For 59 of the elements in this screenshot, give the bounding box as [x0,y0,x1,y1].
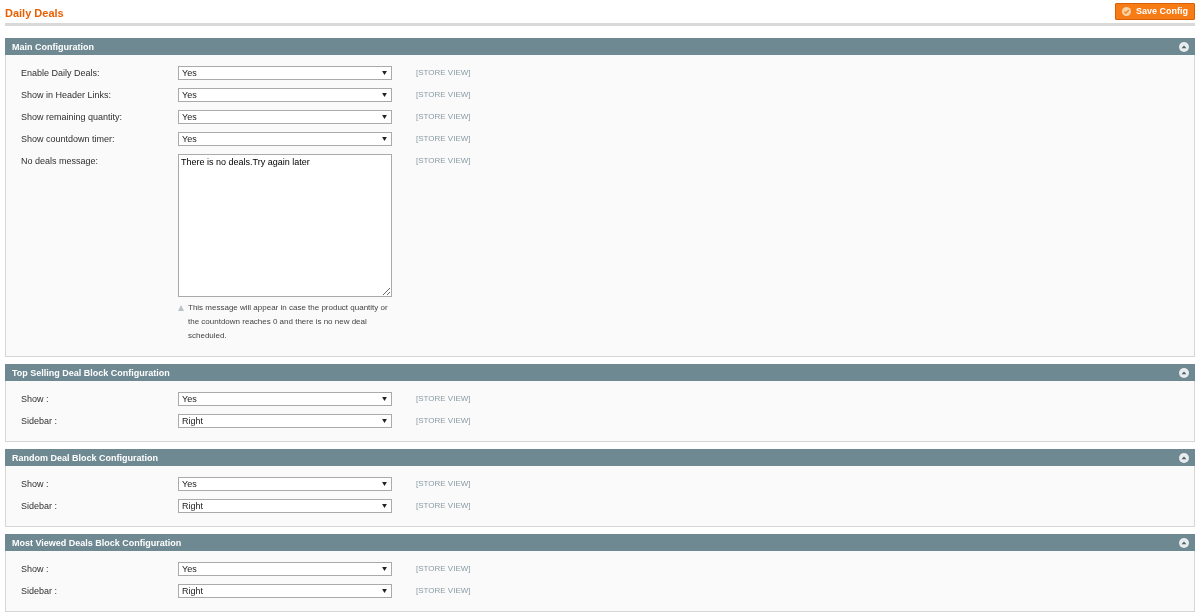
field-label: Sidebar : [21,415,59,426]
caret-icon [382,567,387,571]
collapse-icon[interactable] [1179,537,1189,548]
scope-label: [STORE VIEW] [415,67,472,77]
triangle-icon [178,305,184,311]
select-field[interactable]: Yes [178,562,392,576]
field-label: Sidebar : [21,500,59,511]
caret-icon [382,397,387,401]
select-field[interactable]: Yes [178,88,392,102]
caret-icon [382,482,387,486]
scope-label: [STORE VIEW] [415,111,472,121]
message-field[interactable]: There is no deals.Try again later [178,154,392,297]
caret-icon [382,93,387,97]
check-icon [1122,6,1131,16]
scope-label: [STORE VIEW] [415,393,472,403]
field-label: Show : [21,393,50,404]
caret-icon [382,504,387,508]
field-label: Enable Daily Deals: [21,67,101,78]
section-header[interactable]: Random Deal Block Configuration [5,449,1195,466]
field-label: Show : [21,478,50,489]
field-note: This message will appear in case the product quantity or the countdown reaches 0 and there is no new deal scheduled. [188,302,389,342]
caret-icon [382,71,387,75]
field-label: Show in Header Links: [21,89,113,100]
field-label: Show remaining quantity: [21,111,124,122]
caret-icon [382,115,387,119]
caret-icon [382,419,387,423]
scope-label: [STORE VIEW] [415,478,472,488]
field-label: No deals message: [21,155,100,166]
page-title: Daily Deals [5,6,64,19]
scope-label: [STORE VIEW] [415,415,472,425]
select-field[interactable]: Right [178,584,392,598]
section-title: Main Configuration [12,41,94,52]
select-field[interactable]: Yes [178,110,392,124]
caret-icon [382,137,387,141]
select-field[interactable]: Yes [178,132,392,146]
field-label: Show : [21,563,50,574]
collapse-icon[interactable] [1179,41,1189,52]
collapse-icon[interactable] [1179,452,1189,463]
select-field[interactable]: Right [178,414,392,428]
section-title: Most Viewed Deals Block Configuration [12,537,182,548]
scope-label: [STORE VIEW] [415,89,472,99]
scope-label: [STORE VIEW] [415,585,472,595]
select-field[interactable]: Right [178,499,392,513]
section-header[interactable]: Top Selling Deal Block Configuration [5,364,1195,381]
section-title: Top Selling Deal Block Configuration [12,367,170,378]
collapse-icon[interactable] [1179,367,1189,378]
field-label: Sidebar : [21,585,59,596]
section-header[interactable]: Most Viewed Deals Block Configuration [5,534,1195,551]
select-field[interactable]: Yes [178,392,392,406]
select-field[interactable]: Yes [178,66,392,80]
select-field[interactable]: Yes [178,477,392,491]
section-header[interactable]: Main Configuration [5,38,1195,55]
scope-label: [STORE VIEW] [415,563,472,573]
caret-icon [382,589,387,593]
scope-label: [STORE VIEW] [415,500,472,510]
scope-label: [STORE VIEW] [415,155,472,165]
field-label: Show countdown timer: [21,133,116,144]
scope-label: [STORE VIEW] [415,133,472,143]
section-title: Random Deal Block Configuration [12,452,158,463]
